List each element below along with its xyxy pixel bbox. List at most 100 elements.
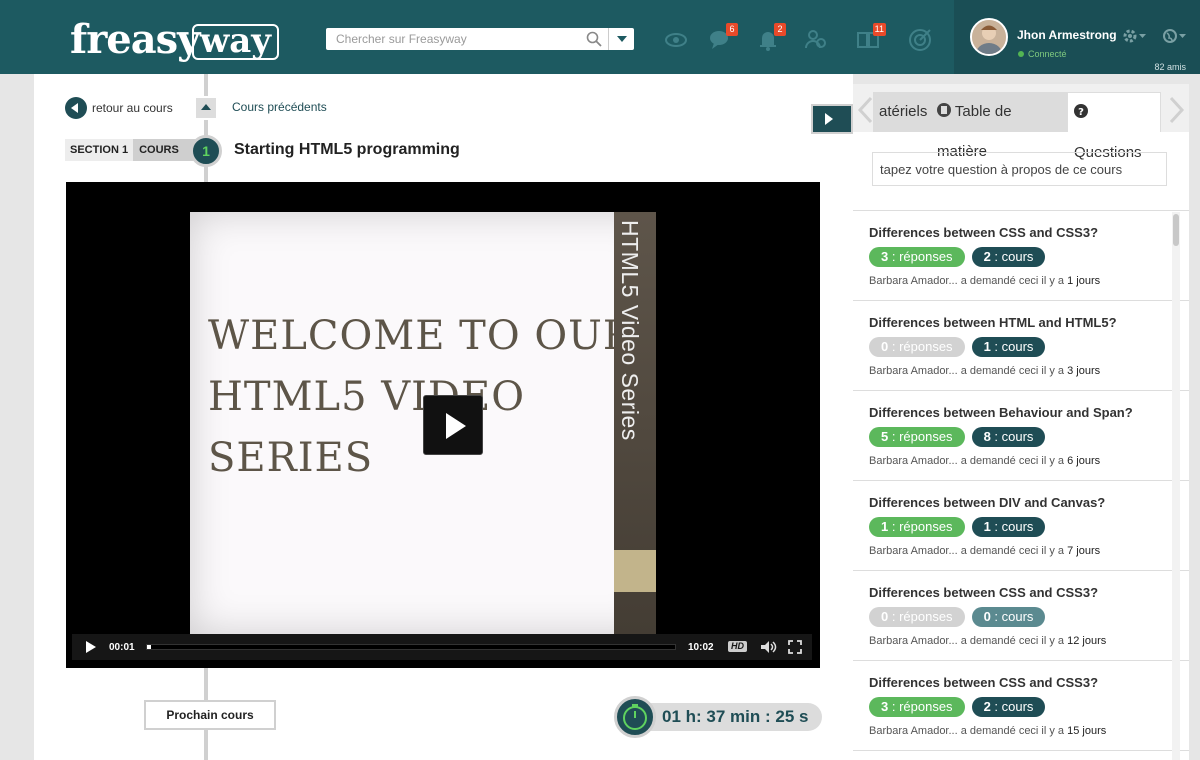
question-title[interactable]: Differences between CSS and CSS3? bbox=[869, 585, 1173, 600]
question-author: Barbara Amador... a demandé ceci il y a bbox=[869, 545, 1068, 557]
tab-materiels-label: atériels bbox=[879, 103, 928, 120]
notifications-button[interactable]: 2 bbox=[756, 23, 786, 52]
answers-badge[interactable]: 5 : réponses bbox=[869, 427, 965, 447]
answers-badge[interactable]: 3 : réponses bbox=[869, 247, 965, 267]
question-title[interactable]: Differences between HTML and HTML5? bbox=[869, 315, 1173, 330]
courses-label: : cours bbox=[990, 339, 1034, 354]
library-badge: 11 bbox=[872, 23, 886, 36]
question-meta: Barbara Amador... a demandé ceci il y a … bbox=[869, 275, 1173, 287]
answers-label: : réponses bbox=[888, 249, 953, 264]
list-item[interactable]: Differences between DIV and Canvas? 1 : r… bbox=[853, 481, 1189, 571]
play-icon[interactable] bbox=[86, 641, 96, 653]
question-stats: 3 : réponses 2 : cours bbox=[869, 697, 1173, 717]
answers-badge[interactable]: 0 : réponses bbox=[869, 337, 965, 357]
chevron-left-icon[interactable] bbox=[857, 96, 873, 124]
gear-icon[interactable] bbox=[1122, 28, 1148, 44]
scrollbar-thumb[interactable] bbox=[1173, 214, 1179, 246]
panel-tabs: atériels Table de matière ? Questions bbox=[853, 84, 1189, 161]
question-title[interactable]: Differences between DIV and Canvas? bbox=[869, 495, 1173, 510]
video-controls: 00:01 10:02 HD bbox=[72, 634, 812, 660]
question-meta: Barbara Amador... a demandé ceci il y a … bbox=[869, 455, 1173, 467]
courses-badge[interactable]: 1 : cours bbox=[971, 517, 1046, 537]
svg-text:?: ? bbox=[1078, 107, 1084, 118]
seek-bar[interactable] bbox=[146, 644, 676, 650]
list-item[interactable]: Differences between Behaviour and Span? 5… bbox=[853, 391, 1189, 481]
course-title: Starting HTML5 programming bbox=[234, 141, 460, 158]
courses-badge[interactable]: 8 : cours bbox=[971, 427, 1046, 447]
answers-badge[interactable]: 1 : réponses bbox=[869, 517, 965, 537]
big-play-button[interactable] bbox=[423, 395, 483, 455]
slide-text-line-1: WELCOME TO OUR bbox=[208, 313, 634, 359]
list-item[interactable]: Differences between HTML and HTML5? 0 : r… bbox=[853, 301, 1189, 391]
target-icon[interactable] bbox=[908, 28, 932, 52]
logo-text-way: way bbox=[192, 24, 280, 60]
question-author: Barbara Amador... a demandé ceci il y a bbox=[869, 725, 1068, 737]
messages-button[interactable]: 6 bbox=[708, 23, 738, 52]
volume-icon[interactable] bbox=[760, 640, 778, 654]
hd-button[interactable]: HD bbox=[728, 641, 747, 652]
spine-block bbox=[614, 550, 656, 592]
user-box[interactable]: Jhon Armestrong Connecté 82 amis bbox=[954, 0, 1200, 74]
back-to-course-label: retour au cours bbox=[92, 101, 173, 115]
globe-icon[interactable] bbox=[1162, 28, 1188, 44]
search-icon[interactable] bbox=[586, 31, 602, 47]
freasyway-logo[interactable]: freasy way bbox=[70, 12, 280, 63]
next-course-button[interactable]: Prochain cours bbox=[144, 700, 276, 730]
answers-badge[interactable]: 3 : réponses bbox=[869, 697, 965, 717]
question-meta: Barbara Amador... a demandé ceci il y a … bbox=[869, 545, 1173, 557]
question-title[interactable]: Differences between Behaviour and Span? bbox=[869, 405, 1173, 420]
list-item[interactable]: Differences between CSS and CSS3? 0 : rép… bbox=[853, 571, 1189, 661]
user-name[interactable]: Jhon Armestrong bbox=[1017, 28, 1117, 42]
tab-questions[interactable]: ? Questions bbox=[1067, 92, 1161, 161]
back-to-course-link[interactable]: retour au cours bbox=[65, 97, 173, 119]
avatar[interactable] bbox=[970, 18, 1008, 56]
course-timer: 01 h: 37 min : 25 s bbox=[614, 696, 823, 738]
friends-count[interactable]: 82 amis bbox=[1154, 62, 1186, 72]
search-dropdown-button[interactable] bbox=[608, 28, 634, 50]
questions-list: Differences between CSS and CSS3? 3 : rép… bbox=[853, 210, 1189, 760]
previous-course-button[interactable] bbox=[194, 96, 218, 120]
library-button[interactable]: 11 bbox=[856, 23, 886, 52]
question-stats: 0 : réponses 0 : cours bbox=[869, 607, 1173, 627]
chevron-down-icon bbox=[617, 36, 627, 42]
question-input[interactable]: tapez votre question à propos de ce cour… bbox=[872, 152, 1167, 186]
friend-requests-icon[interactable] bbox=[804, 28, 828, 52]
question-title[interactable]: Differences between CSS and CSS3? bbox=[869, 675, 1173, 690]
question-author: Barbara Amador... a demandé ceci il y a bbox=[869, 365, 1068, 377]
answers-badge[interactable]: 0 : réponses bbox=[869, 607, 965, 627]
eye-icon[interactable] bbox=[664, 28, 688, 52]
question-title[interactable]: Differences between CSS and CSS3? bbox=[869, 225, 1173, 240]
book-spine: HTML5 Video Series bbox=[614, 212, 656, 634]
courses-count: 8 bbox=[983, 429, 991, 444]
question-meta: Barbara Amador... a demandé ceci il y a … bbox=[869, 635, 1173, 647]
question-stats: 5 : réponses 8 : cours bbox=[869, 427, 1173, 447]
fullscreen-icon[interactable] bbox=[788, 640, 802, 654]
previous-course-link[interactable]: Cours précédents bbox=[232, 100, 327, 114]
courses-badge[interactable]: 2 : cours bbox=[971, 247, 1046, 267]
video-player[interactable]: WELCOME TO OUR HTML5 VIDEO SERIES HTML5 … bbox=[66, 182, 820, 668]
chevron-right-icon[interactable] bbox=[1169, 96, 1185, 124]
tab-table-des-matieres[interactable]: Table de matière bbox=[931, 92, 1067, 160]
slide-text-line-2: HTML5 VIDEO bbox=[208, 374, 525, 420]
course-main: retour au cours Cours précédents SECTION… bbox=[34, 74, 853, 760]
user-status: Connecté bbox=[1018, 49, 1067, 59]
courses-badge[interactable]: 1 : cours bbox=[971, 337, 1046, 357]
courses-count: 1 bbox=[983, 519, 991, 534]
question-author: Barbara Amador... a demandé ceci il y a bbox=[869, 455, 1068, 467]
list-item[interactable]: Differences between CSS and CSS3? 3 : rép… bbox=[853, 211, 1189, 301]
spine-text: HTML5 Video Series bbox=[617, 220, 643, 441]
courses-badge[interactable]: 2 : cours bbox=[971, 697, 1046, 717]
courses-badge[interactable]: 0 : cours bbox=[971, 607, 1046, 627]
user-status-label: Connecté bbox=[1028, 49, 1067, 59]
panel-toggle-button[interactable] bbox=[811, 104, 853, 134]
search-input[interactable]: Chercher sur Freasyway bbox=[336, 32, 467, 46]
stopwatch-glyph bbox=[623, 704, 647, 730]
answers-label: : réponses bbox=[888, 609, 953, 624]
current-time: 00:01 bbox=[109, 642, 135, 653]
question-age: 15 jours bbox=[1067, 725, 1107, 737]
tab-materiels[interactable]: atériels bbox=[873, 92, 931, 132]
question-stats: 1 : réponses 1 : cours bbox=[869, 517, 1173, 537]
scrollbar[interactable] bbox=[1172, 212, 1180, 760]
search-bar[interactable]: Chercher sur Freasyway bbox=[326, 28, 634, 50]
list-item[interactable]: Differences between CSS and CSS3? 3 : rép… bbox=[853, 661, 1189, 751]
